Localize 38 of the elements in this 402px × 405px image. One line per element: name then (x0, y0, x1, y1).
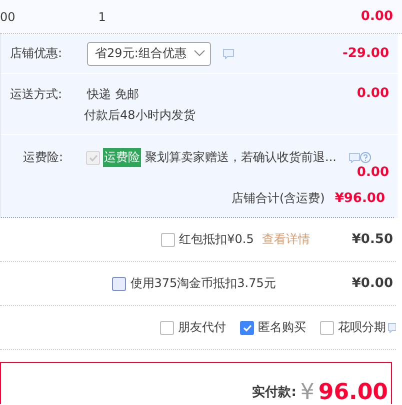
quantity: 1 (98, 10, 106, 24)
checkbox[interactable] (112, 276, 126, 290)
shipping-note: 付款后48小时内发货 (84, 107, 196, 124)
payment-label: 实付款: (252, 384, 296, 402)
store-total-label: 店铺合计(含运费) (231, 190, 325, 207)
option-label[interactable]: 匿名购买 (258, 319, 306, 336)
payment-amount: 96.00 (318, 382, 388, 404)
option-label[interactable]: 花呗分期 (338, 319, 386, 336)
coupon-label[interactable]: 红包抵扣¥0.5 (179, 231, 254, 248)
store-total-amount: ¥96.00 (334, 191, 385, 206)
amount: 0.00 (360, 9, 393, 24)
comment-icon[interactable] (348, 152, 360, 162)
insurance-tag: 运费险 (103, 148, 142, 167)
checkbox[interactable] (320, 320, 334, 334)
amount: -29.00 (342, 46, 389, 61)
checkbox[interactable] (160, 320, 174, 334)
checkbox[interactable] (161, 232, 176, 246)
option-label[interactable]: 朋友代付 (178, 319, 226, 336)
amount: ¥0.50 (352, 232, 393, 247)
discount-select[interactable]: 省29元:组合优惠 (87, 42, 212, 66)
amount: 0.00 (356, 165, 389, 180)
field-label: 运送方式: (10, 86, 62, 103)
checkmark-icon (88, 154, 98, 162)
currency-symbol: ¥ (300, 382, 314, 404)
insurance-description: 聚划算卖家赠送，若确认收货前退... (145, 149, 336, 166)
amount: ¥0.00 (352, 276, 393, 291)
field-label: 店铺优惠: (10, 45, 62, 62)
table-cell: 00 (0, 10, 16, 24)
comment-icon[interactable] (223, 48, 234, 58)
field-label: 运费险: (23, 149, 64, 166)
amount: 0.00 (356, 86, 389, 101)
help-icon[interactable] (360, 152, 370, 163)
comment-icon[interactable] (388, 322, 396, 332)
shipping-method: 快递 免邮 (87, 86, 140, 103)
chevron-down-icon (194, 50, 206, 57)
coins-label[interactable]: 使用375淘金币抵扣3.75元 (130, 275, 276, 292)
checkmark-icon (242, 324, 252, 332)
checkbox[interactable] (240, 320, 254, 334)
